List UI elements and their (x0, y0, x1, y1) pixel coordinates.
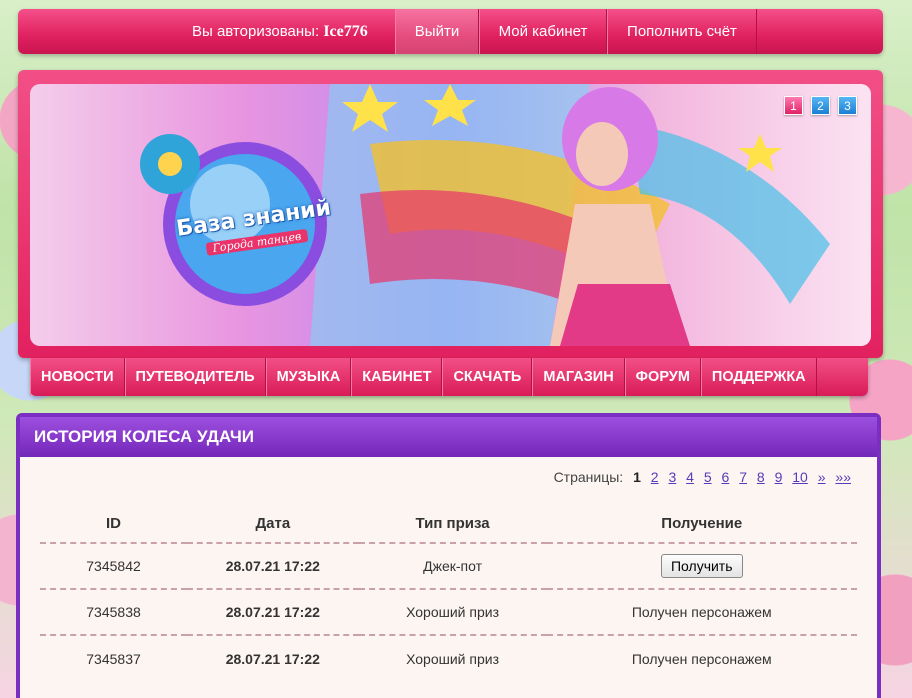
column-header-receipt: Получение (661, 515, 743, 532)
cell-receipt-status: Получен персонажем (546, 634, 857, 681)
history-table: ID Дата Тип приза Получение 7345842 28.0… (40, 505, 857, 681)
auth-status: Вы авторизованы: Ice776 (192, 9, 368, 54)
page-link[interactable]: 7 (739, 469, 747, 485)
panel-body: Страницы: 1 2 3 4 5 6 7 8 9 10 » »» ID Д… (20, 457, 877, 698)
page-link[interactable]: 4 (686, 469, 694, 485)
cell-prize-type: Джек-пот (358, 542, 547, 589)
slide-dot-1[interactable]: 1 (784, 96, 803, 115)
table-row: 7345837 28.07.21 17:22 Хороший приз Полу… (40, 634, 857, 681)
nav-shop[interactable]: МАГАЗИН (532, 358, 625, 396)
logout-button[interactable]: Выйти (395, 9, 479, 54)
slide-dot-3[interactable]: 3 (838, 96, 857, 115)
nav-guide[interactable]: ПУТЕВОДИТЕЛЬ (124, 358, 266, 396)
topup-button[interactable]: Пополнить счёт (607, 9, 757, 54)
column-header-prize-type: Тип приза (415, 515, 490, 532)
cell-date: 28.07.21 17:22 (187, 634, 359, 681)
pager-label: Страницы: (553, 469, 624, 485)
banner-slide[interactable]: База знаний Города танцев 1 2 3 (30, 84, 871, 346)
cell-receipt-status: Получен персонажем (546, 588, 857, 635)
pagination: Страницы: 1 2 3 4 5 6 7 8 9 10 » »» (40, 457, 857, 505)
page-next[interactable]: » (818, 469, 826, 485)
page-link[interactable]: 6 (722, 469, 730, 485)
cell-id: 7345842 (40, 542, 188, 589)
cell-id: 7345837 (40, 634, 188, 681)
table-header-row: ID Дата Тип приза Получение (40, 505, 857, 543)
cell-prize-type: Хороший приз (358, 588, 547, 635)
page-link[interactable]: 5 (704, 469, 712, 485)
cell-date: 28.07.21 17:22 (187, 588, 359, 635)
banner-illustration (140, 84, 830, 346)
nav-forum[interactable]: ФОРУМ (624, 358, 701, 396)
nav-cabinet[interactable]: КАБИНЕТ (351, 358, 443, 396)
username: Ice776 (323, 23, 368, 40)
nav-download[interactable]: СКАЧАТЬ (442, 358, 533, 396)
page-link[interactable]: 8 (757, 469, 765, 485)
page-link[interactable]: 3 (668, 469, 676, 485)
wheel-history-panel: ИСТОРИЯ КОЛЕСА УДАЧИ Страницы: 1 2 3 4 5… (16, 413, 881, 698)
page-last[interactable]: »» (835, 469, 851, 485)
column-header-id: ID (106, 515, 122, 532)
nav-music[interactable]: МУЗЫКА (265, 358, 352, 396)
page-link[interactable]: 10 (792, 469, 808, 485)
top-bar: Вы авторизованы: Ice776 Выйти Мой кабине… (18, 9, 883, 54)
column-header-date: Дата (255, 515, 291, 532)
page-link[interactable]: 2 (651, 469, 659, 485)
panel-title: ИСТОРИЯ КОЛЕСА УДАЧИ (20, 417, 877, 457)
cell-id: 7345838 (40, 588, 188, 635)
claim-prize-button[interactable]: Получить (660, 554, 743, 578)
nav-news[interactable]: НОВОСТИ (30, 358, 125, 396)
slide-dot-2[interactable]: 2 (811, 96, 830, 115)
table-row: 7345842 28.07.21 17:22 Джек-пот Получить (40, 542, 857, 589)
cell-receipt: Получить (546, 542, 857, 589)
banner-frame: База знаний Города танцев 1 2 3 (18, 70, 883, 358)
slide-selector: 1 2 3 (784, 96, 857, 115)
page-current: 1 (633, 469, 641, 485)
cell-date: 28.07.21 17:22 (187, 542, 359, 589)
my-cabinet-button[interactable]: Мой кабинет (479, 9, 607, 54)
main-nav: НОВОСТИ ПУТЕВОДИТЕЛЬ МУЗЫКА КАБИНЕТ СКАЧ… (30, 358, 868, 396)
page-link[interactable]: 9 (775, 469, 783, 485)
auth-prefix: Вы авторизованы: (192, 23, 320, 40)
cell-prize-type: Хороший приз (358, 634, 547, 681)
nav-support[interactable]: ПОДДЕРЖКА (700, 358, 817, 396)
table-row: 7345838 28.07.21 17:22 Хороший приз Полу… (40, 588, 857, 635)
